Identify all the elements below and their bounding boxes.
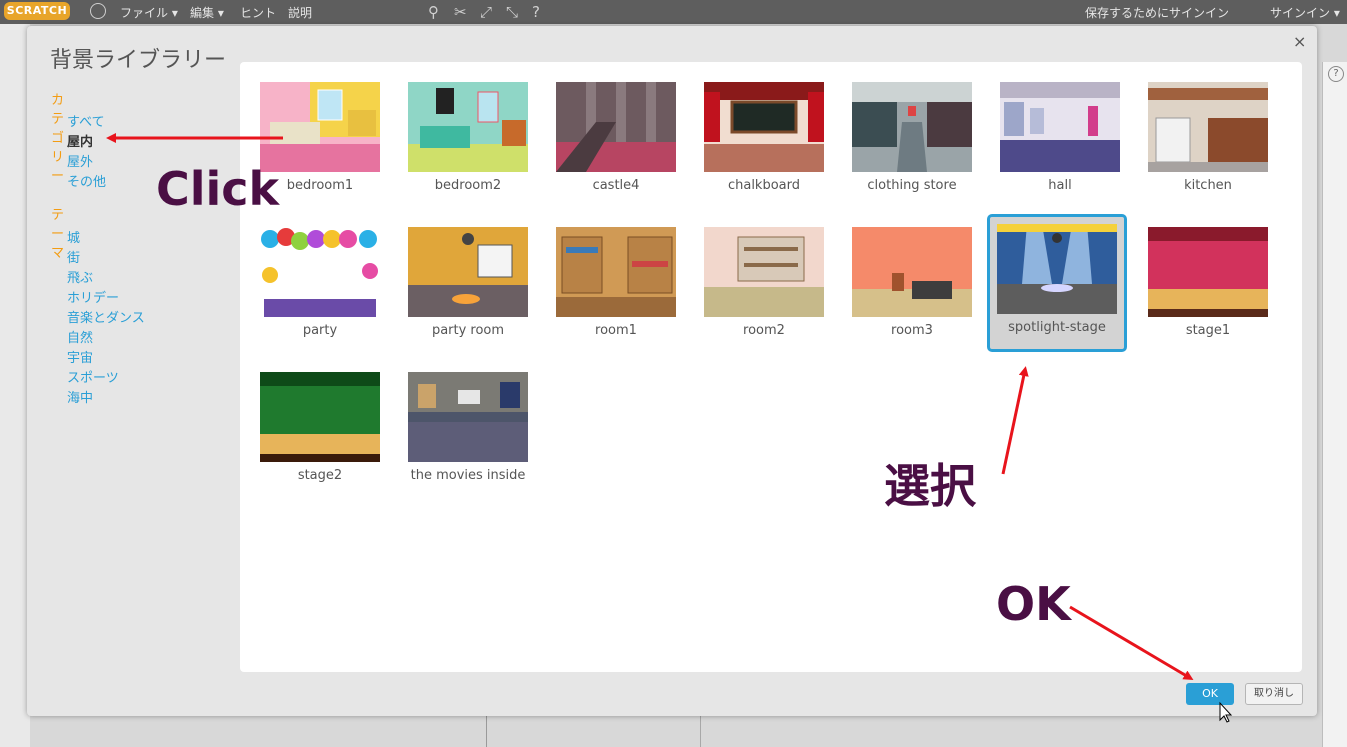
theme-heading: テーマ: [51, 208, 65, 261]
backdrop-label: clothing store: [867, 178, 957, 193]
backdrop-item-bedroom2[interactable]: bedroom2: [398, 72, 538, 210]
annotation-ok: OK: [996, 577, 1071, 631]
editor-divider: [486, 716, 487, 747]
backdrop-label: room3: [891, 323, 933, 338]
theme-flying[interactable]: 飛ぶ: [67, 267, 93, 286]
backdrop-label: chalkboard: [727, 178, 801, 193]
grow-tool-icon[interactable]: ⤢: [480, 3, 492, 21]
backdrop-label: spotlight-stage: [1008, 320, 1106, 335]
backdrop-thumbnail: [260, 227, 380, 317]
theme-nature[interactable]: 自然: [67, 327, 93, 346]
backdrop-thumbnail: [704, 227, 824, 317]
help-icon[interactable]: ?: [1328, 66, 1344, 82]
menu-edit[interactable]: 編集 ▾: [190, 4, 224, 21]
backdrop-item-spotlight-stage[interactable]: spotlight-stage: [987, 214, 1127, 352]
backdrop-thumbnail: [852, 82, 972, 172]
backdrop-item-the-movies-inside[interactable]: the movies inside: [398, 362, 538, 500]
backdrop-label: party room: [431, 323, 505, 338]
category-indoors[interactable]: 屋内: [67, 131, 93, 150]
theme-space[interactable]: 宇宙: [67, 347, 93, 366]
backdrop-thumbnail: [1148, 82, 1268, 172]
close-icon[interactable]: ×: [1293, 32, 1306, 51]
backdrop-thumbnail: [704, 82, 824, 172]
backdrop-thumbnail: [260, 82, 380, 172]
backdrop-label: room1: [595, 323, 637, 338]
theme-music-dance[interactable]: 音楽とダンス: [67, 307, 145, 326]
backdrop-thumbnail: [1148, 227, 1268, 317]
backdrop-item-hall[interactable]: hall: [990, 72, 1130, 210]
annotation-click: Click: [156, 162, 280, 216]
backdrop-label: party: [302, 323, 338, 338]
dialog-title: 背景ライブラリー: [50, 48, 227, 73]
backdrop-item-party-room[interactable]: party room: [398, 217, 538, 355]
delete-tool-icon[interactable]: ✂: [454, 3, 467, 21]
backdrop-thumbnail: [556, 82, 676, 172]
menu-tips[interactable]: ヒント: [240, 4, 276, 21]
backdrop-label: hall: [1048, 178, 1072, 193]
editor-right-pane: ?: [1322, 62, 1347, 747]
backdrop-item-castle4[interactable]: castle4: [546, 72, 686, 210]
backdrop-item-stage1[interactable]: stage1: [1138, 217, 1278, 355]
backdrop-label: stage1: [1185, 323, 1231, 338]
menu-bar: SCRATCH ファイル ▾ 編集 ▾ ヒント 説明 ⚲ ✂ ⤢ ⤡ ? 保存す…: [0, 0, 1347, 24]
backdrop-item-room1[interactable]: room1: [546, 217, 686, 355]
backdrop-item-party[interactable]: party: [250, 217, 390, 355]
backdrop-label: kitchen: [1184, 178, 1232, 193]
backdrop-label: the movies inside: [410, 468, 526, 483]
backdrop-item-clothing-store[interactable]: clothing store: [842, 72, 982, 210]
backdrop-library-dialog: 背景ライブラリー × カテゴリー すべて 屋内 屋外 その他 テーマ 城 街 飛…: [27, 26, 1317, 716]
editor-divider: [700, 716, 701, 747]
backdrop-thumbnail: [408, 227, 528, 317]
menu-about[interactable]: 説明: [288, 4, 312, 21]
backdrop-thumbnail: [997, 224, 1117, 314]
backdrop-item-room3[interactable]: room3: [842, 217, 982, 355]
backdrop-thumbnail: [852, 227, 972, 317]
backdrop-item-room2[interactable]: room2: [694, 217, 834, 355]
backdrop-thumbnail: [1000, 82, 1120, 172]
category-other[interactable]: その他: [67, 171, 106, 190]
backdrop-thumbnail: [408, 372, 528, 462]
category-all[interactable]: すべて: [67, 111, 105, 130]
editor-left-pane: [0, 24, 30, 747]
scratch-logo[interactable]: SCRATCH: [4, 2, 70, 20]
backdrop-item-kitchen[interactable]: kitchen: [1138, 72, 1278, 210]
backdrop-label: stage2: [297, 468, 343, 483]
shrink-tool-icon[interactable]: ⤡: [506, 3, 518, 21]
duplicate-tool-icon[interactable]: ⚲: [428, 3, 439, 21]
backdrop-grid: bedroom1 bedroom2 castle4 chalkboard clo…: [240, 62, 1302, 672]
theme-castle[interactable]: 城: [67, 227, 80, 246]
backdrop-thumbnail: [556, 227, 676, 317]
cancel-button[interactable]: 取り消し: [1245, 683, 1303, 705]
annotation-select: 選択: [884, 459, 976, 513]
backdrop-thumbnail: [260, 372, 380, 462]
category-heading: カテゴリー: [51, 93, 65, 184]
category-outdoors[interactable]: 屋外: [67, 151, 93, 170]
sign-in-menu[interactable]: サインイン ▾: [1270, 4, 1340, 21]
backdrop-item-chalkboard[interactable]: chalkboard: [694, 72, 834, 210]
help-tool-icon[interactable]: ?: [532, 3, 540, 21]
theme-holiday[interactable]: ホリデー: [67, 287, 119, 306]
backdrop-label: bedroom2: [434, 178, 502, 193]
backdrop-thumbnail: [408, 82, 528, 172]
menu-file[interactable]: ファイル ▾: [120, 4, 178, 21]
theme-underwater[interactable]: 海中: [67, 387, 93, 406]
sign-in-to-save-link[interactable]: 保存するためにサインイン: [1085, 4, 1229, 21]
ok-button[interactable]: OK: [1186, 683, 1234, 705]
backdrop-label: castle4: [592, 178, 640, 193]
theme-sports[interactable]: スポーツ: [67, 367, 119, 386]
backdrop-label: room2: [743, 323, 785, 338]
theme-city[interactable]: 街: [67, 247, 80, 266]
backdrop-item-stage2[interactable]: stage2: [250, 362, 390, 500]
language-globe-icon[interactable]: [90, 3, 106, 19]
